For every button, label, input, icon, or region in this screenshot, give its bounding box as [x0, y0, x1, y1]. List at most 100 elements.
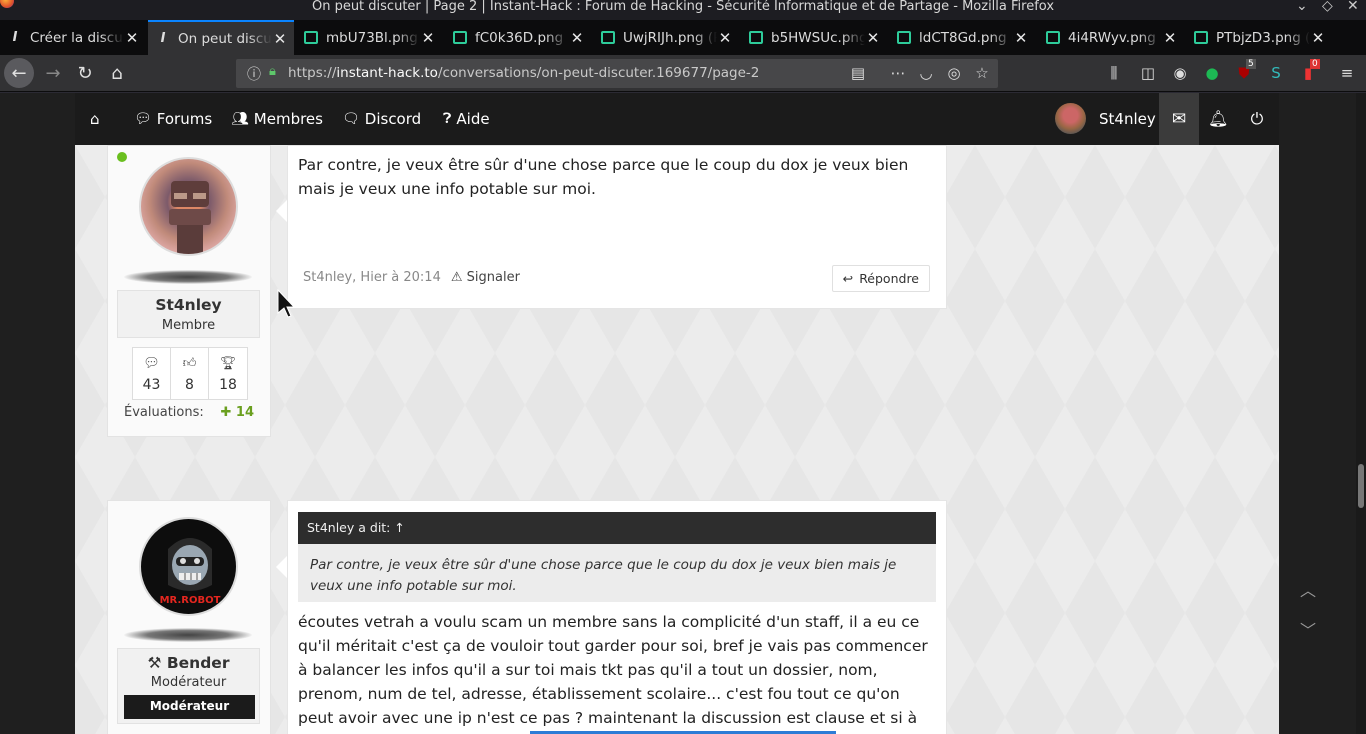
image-icon [897, 31, 911, 44]
instant-hack-icon: I [160, 31, 166, 46]
reply-button[interactable]: ↩ Répondre [831, 265, 930, 292]
post-username[interactable]: ⚒ Bender [118, 654, 259, 672]
tab-creer-discussion[interactable]: I Créer la discussion ✕ [0, 20, 146, 55]
url-text[interactable]: https://instant-hack.to/conversations/on… [288, 65, 759, 81]
evaluations-count: 14 [235, 405, 254, 420]
minimize-icon[interactable]: ⌄ [1296, 0, 1308, 14]
robot-avatar-icon [169, 181, 211, 254]
bell-icon[interactable]: 🔔︎ [1208, 110, 1228, 128]
tab-image[interactable]: fC0k36D.png ✕ [445, 20, 591, 55]
message-text: Par contre, je veux être sûr d'une chose… [298, 156, 909, 198]
tab-image[interactable]: 4i4RWyv.png ( ✕ [1038, 20, 1184, 55]
ublock-badge: 5 [1246, 59, 1256, 69]
image-icon [453, 31, 467, 44]
sidebar-icon[interactable]: ◫ [1138, 63, 1158, 83]
nav-forums[interactable]: 💬︎ Forums [134, 110, 212, 128]
close-tab-icon[interactable]: ✕ [569, 29, 585, 47]
tab-label: fC0k36D.png [475, 29, 564, 46]
pocket-icon[interactable]: ◡ [916, 63, 936, 83]
tab-image[interactable]: PTbjzD3.png ( ✕ [1186, 20, 1332, 55]
avatar-caption: MR.ROBOT [160, 595, 221, 606]
nav-membres[interactable]: 👥︎ Membres [231, 110, 323, 128]
quote-header[interactable]: St4nley a dit: ↑ [298, 512, 936, 544]
library-icon[interactable]: ⫼ [1104, 63, 1124, 83]
forward-icon[interactable]: → [38, 58, 68, 88]
account-icon[interactable]: ◉ [1170, 63, 1190, 83]
close-window-icon[interactable]: ✕ [1347, 0, 1359, 14]
stat-value: 18 [219, 377, 237, 393]
post-username[interactable]: St4nley [118, 296, 259, 314]
menu-icon[interactable]: ≡ [1337, 63, 1357, 83]
site-navigation: ⌂ 💬︎ Forums 👥︎ Membres 🗨︎ Discord ❓︎ Aide St… [75, 93, 1279, 145]
power-icon[interactable]: ⏻ [1248, 110, 1266, 128]
online-indicator [117, 152, 127, 162]
nav-label: Forums [156, 110, 213, 128]
tab-image[interactable]: mbU73Bl.png ✕ [296, 20, 442, 55]
user-avatar[interactable] [1055, 103, 1086, 134]
url-bar[interactable]: ⓘ 🔒︎ https://instant-hack.to/conversatio… [236, 59, 998, 88]
comments-icon: 💬︎ [134, 111, 152, 127]
nav-label: Membres [253, 110, 323, 128]
extension-b-icon[interactable]: ● [1202, 63, 1222, 83]
scroll-top-chevron-up-icon[interactable]: ︿ [1290, 573, 1326, 609]
image-icon [1046, 31, 1060, 44]
tab-label: PTbjzD3.png ( [1216, 29, 1310, 46]
mouse-cursor-icon [277, 289, 295, 318]
home-icon[interactable]: ⌂ [102, 58, 132, 88]
tab-label: b5HWSUc.png [771, 29, 865, 46]
comments-icon: 💬︎ [143, 356, 160, 371]
info-icon[interactable]: ⓘ [245, 64, 263, 83]
likes-stat: 👍︎ 8 [171, 348, 209, 399]
extension-s-icon[interactable]: S [1266, 63, 1286, 83]
nav-discord[interactable]: 🗨︎ Discord [342, 110, 421, 128]
users-icon: 👥︎ [231, 111, 249, 127]
close-tab-icon[interactable]: ✕ [1162, 29, 1178, 47]
home-nav-icon[interactable]: ⌂ [90, 110, 100, 128]
page-actions-icon[interactable]: ⋯ [888, 63, 908, 83]
tracking-icon[interactable]: ◎ [944, 63, 964, 83]
warning-icon: ⚠ [450, 270, 463, 285]
trophy-icon: 🏆︎ [219, 356, 237, 371]
tab-label: ldCT8Gd.png ( [919, 29, 1013, 46]
tab-image[interactable]: ldCT8Gd.png ( ✕ [889, 20, 1035, 55]
nav-aide[interactable]: ❓︎ Aide [443, 110, 490, 128]
user-name-block: ⚒ Bender Modérateur Modérateur [117, 648, 260, 724]
close-tab-icon[interactable]: ✕ [1013, 29, 1029, 47]
tab-image[interactable]: b5HWSUc.png ✕ [741, 20, 887, 55]
inbox-button[interactable]: ✉︎ [1159, 93, 1199, 145]
reload-icon[interactable]: ↻ [70, 58, 100, 88]
comment-icon: 🗨︎ [342, 111, 360, 127]
envelope-icon: ✉︎ [1171, 109, 1187, 129]
message-text: écoutes vetrah a voulu scam un membre sa… [298, 613, 928, 734]
close-tab-icon[interactable]: ✕ [272, 30, 288, 48]
maximize-icon[interactable]: ◇ [1322, 0, 1333, 14]
bookmark-star-icon[interactable]: ☆ [972, 63, 992, 83]
username[interactable]: St4nley [1099, 110, 1156, 128]
tab-on-peut-discuter[interactable]: I On peut discuter ✕ [148, 20, 294, 55]
scroll-bottom-chevron-down-icon[interactable]: ﹀ [1290, 613, 1326, 649]
evaluations-label: Évaluations: [124, 405, 204, 420]
lock-icon[interactable]: 🔒︎ [269, 64, 287, 82]
post-author-date[interactable]: St4nley, Hier à 20:14 [303, 270, 441, 285]
close-tab-icon[interactable]: ✕ [717, 29, 733, 47]
close-tab-icon[interactable]: ✕ [865, 29, 881, 47]
avatar[interactable] [139, 157, 238, 256]
evaluations-value: ✚ 14 [220, 405, 254, 420]
extension-badge: 0 [1310, 59, 1320, 69]
reader-view-icon[interactable]: ▤ [848, 63, 868, 83]
avatar-shadow [124, 270, 252, 284]
tab-image[interactable]: UwjRIJh.png (P ✕ [593, 20, 739, 55]
scrollbar-thumb[interactable] [1358, 464, 1364, 508]
tab-label: mbU73Bl.png [326, 29, 418, 46]
user-role: Membre [161, 318, 216, 333]
post-arrow [276, 556, 287, 578]
page-scrollbar[interactable] [1356, 93, 1366, 734]
back-icon[interactable]: ← [4, 58, 34, 88]
close-tab-icon[interactable]: ✕ [1310, 29, 1326, 47]
report-link[interactable]: ⚠ Signaler [451, 270, 520, 285]
close-tab-icon[interactable]: ✕ [124, 29, 140, 47]
close-tab-icon[interactable]: ✕ [420, 29, 436, 47]
username-label: Bender [166, 654, 230, 672]
user-name-block: St4nley Membre [117, 290, 260, 338]
avatar[interactable]: MR.ROBOT [139, 517, 238, 616]
